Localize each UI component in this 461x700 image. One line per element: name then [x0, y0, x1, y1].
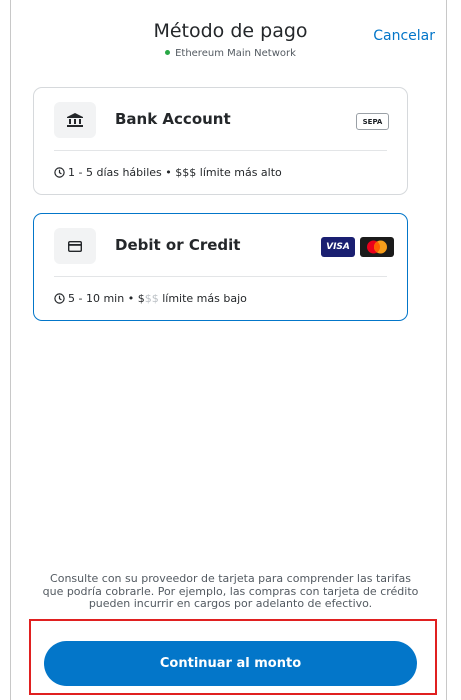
method-title: Debit or Credit	[115, 236, 241, 254]
network-status-dot	[165, 49, 171, 55]
info-separator: •	[127, 292, 135, 305]
network-name: Ethereum Main Network	[175, 48, 296, 59]
card-divider	[54, 276, 387, 277]
clock-icon	[54, 293, 65, 304]
fees-disclaimer: Consulte con su proveedor de tarjeta par…	[42, 573, 419, 610]
limit-text: límite más bajo	[162, 292, 247, 305]
clock-icon	[54, 167, 65, 178]
mastercard-badge	[360, 237, 394, 257]
method-time: 1 - 5 días hábiles	[68, 166, 162, 179]
sepa-badge: SEPA	[356, 113, 389, 130]
payment-method-debit-credit[interactable]: Debit or Credit VISA 5 - 10 min • $ $$ lí…	[33, 213, 408, 321]
cancel-button[interactable]: Cancelar	[373, 28, 435, 44]
limit-strong: $$$	[175, 166, 197, 179]
limit-strong: $	[137, 292, 145, 305]
method-time: 5 - 10 min	[68, 292, 125, 305]
bank-icon	[54, 102, 96, 138]
sepa-logo-text: SEPA	[362, 117, 383, 126]
visa-badge: VISA	[321, 237, 355, 257]
info-separator: •	[165, 166, 172, 179]
limit-text: límite más alto	[199, 166, 282, 179]
continue-button[interactable]: Continuar al monto	[44, 641, 417, 686]
method-info: 5 - 10 min • $ $$ límite más bajo	[54, 292, 247, 305]
limit-muted: $$	[144, 292, 159, 305]
network-indicator: Ethereum Main Network	[0, 48, 461, 59]
method-title: Bank Account	[115, 110, 231, 128]
method-info: 1 - 5 días hábiles • $$$ límite más alto	[54, 166, 282, 179]
card-icon	[54, 228, 96, 264]
card-divider	[54, 150, 387, 151]
header: Método de pago Ethereum Main Network Can…	[0, 12, 461, 62]
payment-method-bank-account[interactable]: Bank Account SEPA 1 - 5 días hábiles • $…	[33, 87, 408, 195]
